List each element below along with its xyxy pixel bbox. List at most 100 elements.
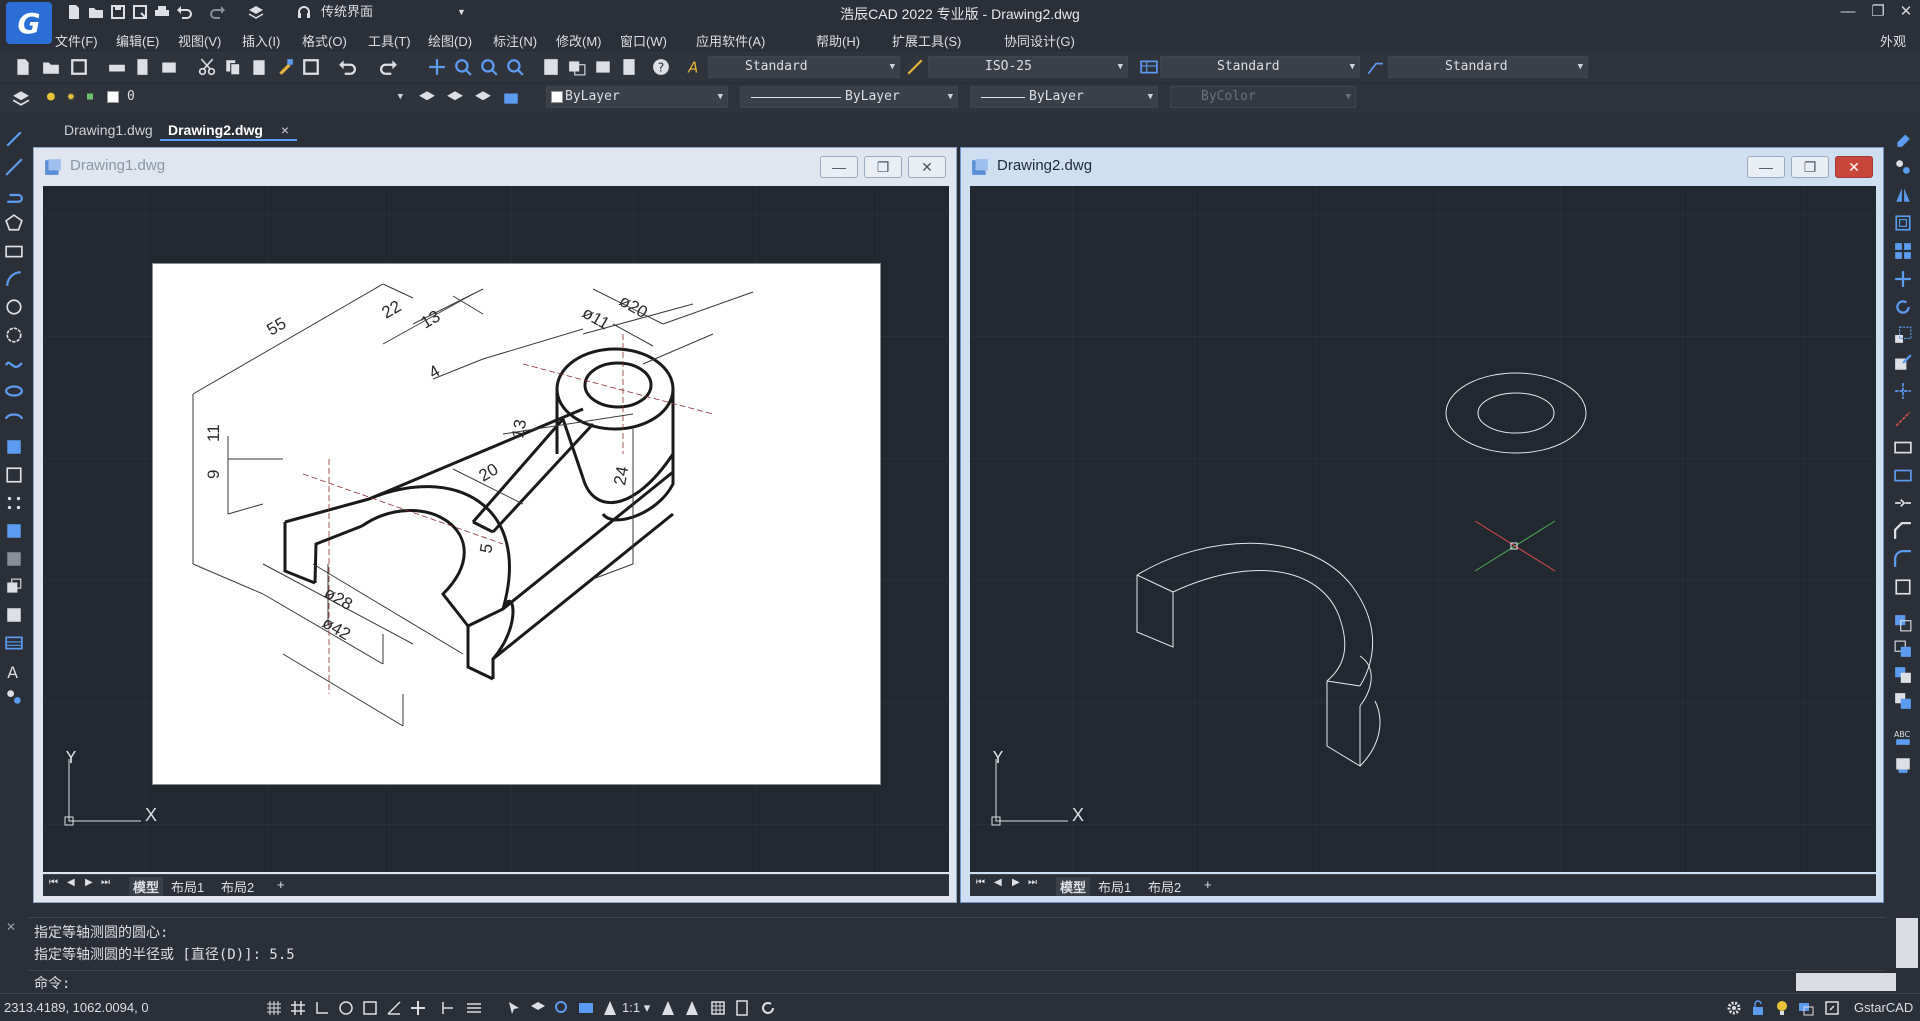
insert-block-icon[interactable] xyxy=(5,438,23,456)
layout-tab-1[interactable]: 布局1 xyxy=(1098,877,1131,896)
menu-file[interactable]: 文件(F) xyxy=(55,31,98,50)
find-replace-icon[interactable] xyxy=(1894,756,1912,774)
explode-icon[interactable] xyxy=(1894,578,1912,596)
tool-palettes-icon[interactable] xyxy=(594,58,612,76)
print-icon[interactable] xyxy=(108,58,126,76)
app-close-button[interactable]: ✕ xyxy=(1896,2,1916,22)
restore-button[interactable]: ❐ xyxy=(1791,156,1829,178)
layout-tab-2[interactable]: 布局2 xyxy=(221,877,254,896)
polar-icon[interactable] xyxy=(338,1000,354,1016)
app-restore-button[interactable]: ❐ xyxy=(1868,2,1888,22)
make-block-icon[interactable] xyxy=(5,466,23,484)
refresh-icon[interactable] xyxy=(760,1000,776,1016)
first-layout-icon[interactable]: ⏮ xyxy=(976,877,985,888)
match-properties-icon[interactable] xyxy=(276,58,294,76)
pan-icon[interactable] xyxy=(428,58,446,76)
app-minimize-button[interactable]: — xyxy=(1838,2,1858,22)
layout-tab-model[interactable]: 模型 xyxy=(129,877,164,896)
block-editor-icon[interactable] xyxy=(302,58,320,76)
menu-modify[interactable]: 修改(M) xyxy=(556,31,602,50)
polygon-icon[interactable] xyxy=(5,214,23,232)
ducs-icon[interactable] xyxy=(410,1000,426,1016)
close-icon[interactable]: ✕ xyxy=(6,920,16,934)
annotation-scale-value[interactable]: 1:1 ▾ xyxy=(622,1000,650,1016)
layout-tab-2[interactable]: 布局2 xyxy=(1148,877,1181,896)
linetype-combo[interactable]: ByLayer ▼ xyxy=(740,86,958,108)
restore-button[interactable]: ❐ xyxy=(864,156,902,178)
help-icon[interactable]: ? xyxy=(652,58,670,76)
reference-image[interactable]: 55 22 13 4 ø20 ø11 11 9 13 20 24 5 ø28 ø… xyxy=(152,263,881,785)
minimize-button[interactable]: — xyxy=(820,156,858,178)
line-icon[interactable] xyxy=(5,130,23,148)
join-icon[interactable] xyxy=(1894,494,1912,512)
add-layout-button[interactable]: + xyxy=(277,877,285,892)
clean-screen-icon[interactable] xyxy=(1824,1000,1840,1016)
annotation-visibility-icon[interactable] xyxy=(660,1000,676,1016)
revcloud-icon[interactable] xyxy=(5,326,23,344)
doc-tab-drawing1[interactable]: Drawing1.dwg xyxy=(56,119,161,141)
redo-icon[interactable] xyxy=(380,58,398,76)
layer-manager-icon[interactable] xyxy=(12,89,30,107)
otrack-icon[interactable] xyxy=(386,1000,402,1016)
lineweight-combo[interactable]: ByLayer ▼ xyxy=(970,86,1158,108)
copy-object-icon[interactable] xyxy=(1894,158,1912,176)
mirror-icon[interactable] xyxy=(1894,186,1912,204)
layer-isolate-icon[interactable] xyxy=(474,89,492,107)
gradient-icon[interactable] xyxy=(5,550,23,568)
viewport-icon[interactable] xyxy=(578,1000,594,1016)
stretch-icon[interactable] xyxy=(1894,354,1912,372)
cut-icon[interactable] xyxy=(198,58,216,76)
command-scroll-thumb[interactable] xyxy=(1796,973,1896,991)
zoom-previous-icon[interactable] xyxy=(506,58,524,76)
model-space-canvas[interactable]: 55 22 13 4 ø20 ø11 11 9 13 20 24 5 ø28 ø… xyxy=(43,186,949,872)
menu-apps[interactable]: 应用软件(A) xyxy=(696,31,765,50)
layer-combo[interactable]: ● ✹ ■ 0 ▼ xyxy=(44,86,408,108)
break-icon[interactable] xyxy=(1894,466,1912,484)
array-icon[interactable] xyxy=(1894,242,1912,260)
calculator-status-icon[interactable] xyxy=(734,1000,750,1016)
comms-center-icon[interactable] xyxy=(1798,1000,1814,1016)
app-logo[interactable]: G xyxy=(6,2,52,44)
close-icon[interactable]: × xyxy=(281,122,289,138)
add-layout-button[interactable]: + xyxy=(1204,877,1212,892)
layout-tab-1[interactable]: 布局1 xyxy=(171,877,204,896)
quick-properties-icon[interactable] xyxy=(710,1000,726,1016)
model-space-canvas[interactable]: Y X xyxy=(970,186,1876,872)
offset-icon[interactable] xyxy=(1894,214,1912,232)
menu-draw[interactable]: 绘图(D) xyxy=(428,31,472,50)
properties-icon[interactable] xyxy=(542,58,560,76)
trim-icon[interactable] xyxy=(1894,382,1912,400)
ellipse-arc-icon[interactable] xyxy=(5,410,23,428)
calculator-icon[interactable] xyxy=(620,58,638,76)
menu-edit[interactable]: 编辑(E) xyxy=(116,31,159,50)
color-combo[interactable]: ByLayer ▼ xyxy=(546,86,728,108)
minimize-button[interactable]: — xyxy=(1747,156,1785,178)
ellipse-icon[interactable] xyxy=(5,382,23,400)
osnap-icon[interactable] xyxy=(362,1000,378,1016)
zoom-status-icon[interactable] xyxy=(554,1000,570,1016)
prev-layout-icon[interactable]: ◀ xyxy=(67,877,75,888)
hatch-icon[interactable] xyxy=(5,522,23,540)
paste-icon[interactable] xyxy=(250,58,268,76)
annotation-scale-icon[interactable] xyxy=(602,1000,618,1016)
spline-icon[interactable] xyxy=(5,354,23,372)
ortho-icon[interactable] xyxy=(314,1000,330,1016)
open-icon[interactable] xyxy=(42,58,60,76)
menu-view[interactable]: 视图(V) xyxy=(178,31,221,50)
break-at-point-icon[interactable] xyxy=(1894,438,1912,456)
arc-icon[interactable] xyxy=(5,270,23,288)
mdi-titlebar[interactable]: Drawing1.dwg — ❐ ✕ xyxy=(34,148,956,184)
mtext-icon[interactable]: A xyxy=(5,662,23,680)
auto-scale-icon[interactable] xyxy=(684,1000,700,1016)
lock-icon[interactable] xyxy=(1750,1000,1766,1016)
scale-icon[interactable] xyxy=(1894,326,1912,344)
polyline-icon[interactable] xyxy=(5,186,23,204)
doc-tab-drawing2[interactable]: Drawing2.dwg × xyxy=(160,119,298,141)
region-icon[interactable] xyxy=(5,578,23,596)
add-selected-icon[interactable] xyxy=(5,688,23,706)
rotate-icon[interactable] xyxy=(1894,298,1912,316)
grid-icon[interactable] xyxy=(266,1000,282,1016)
save-icon[interactable] xyxy=(70,58,88,76)
multileader-style-combo[interactable]: Standard ▼ xyxy=(1388,56,1588,78)
command-input[interactable]: 命令: xyxy=(28,970,1896,992)
